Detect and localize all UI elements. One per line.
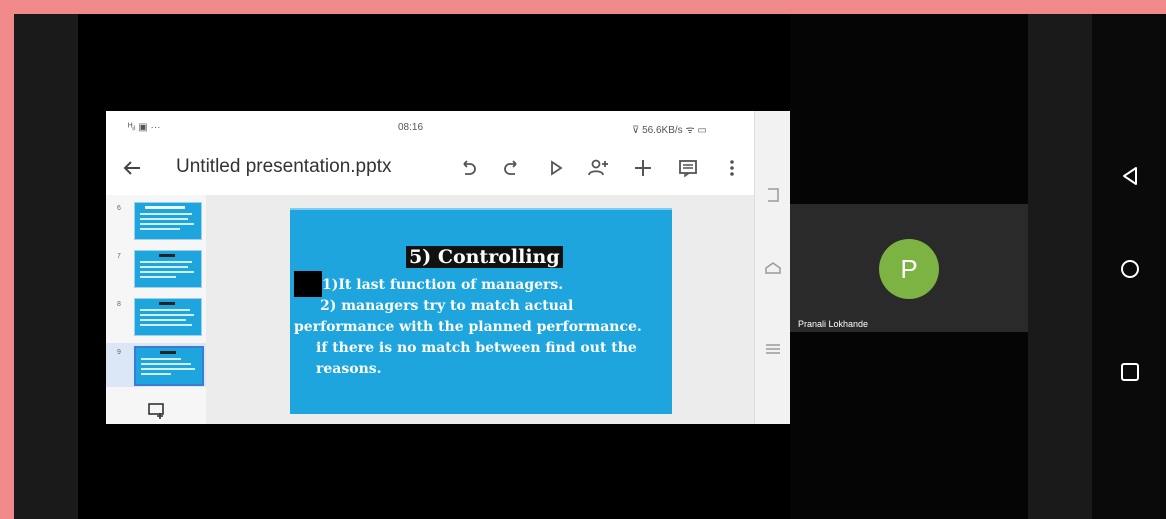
thumbnail-image: [134, 346, 204, 386]
participant-tile[interactable]: P Pranali Lokhande: [790, 204, 1028, 332]
slide-text-line: if there is no match between find out th…: [316, 340, 637, 356]
slide-text-line: 2) managers try to match actual: [320, 298, 574, 314]
side-gesture-rail: [754, 111, 790, 424]
slide-thumbnail[interactable]: 6: [106, 199, 206, 243]
phone-status-bar: ᴴᵢₗ ▣ ··· 08:16 ⊽ 56.6KB/s ᯤ ▭: [106, 111, 790, 145]
status-left: ᴴᵢₗ ▣ ···: [128, 122, 161, 133]
slide-thumbnail-selected[interactable]: 9: [106, 343, 206, 387]
shared-phone-screen: ᴴᵢₗ ▣ ··· 08:16 ⊽ 56.6KB/s ᯤ ▭ Untitled …: [106, 111, 790, 424]
slide-number: 9: [117, 349, 121, 356]
back-triangle-icon[interactable]: [1118, 164, 1142, 188]
document-title: Untitled presentation.pptx: [176, 156, 392, 177]
slide-number: 7: [117, 253, 121, 260]
more-vert-icon[interactable]: [720, 156, 744, 180]
redaction-block: [294, 271, 322, 297]
bracket-icon[interactable]: [763, 185, 783, 205]
android-nav-bar: [1092, 14, 1166, 519]
plus-icon[interactable]: [631, 156, 655, 180]
slide-canvas: 5) Controlling 1)It last function of man…: [206, 195, 754, 424]
add-slide-icon[interactable]: [146, 400, 166, 420]
slide-number: 8: [117, 301, 121, 308]
thumbnail-image: [134, 202, 202, 240]
app-toolbar: Untitled presentation.pptx: [106, 145, 756, 191]
play-icon[interactable]: [544, 156, 568, 180]
slide-title: 5) Controlling: [406, 246, 563, 268]
slide-number: 6: [117, 205, 121, 212]
thumbnail-image: [134, 250, 202, 288]
slide-text-line: reasons.: [316, 361, 382, 377]
home-shape-icon[interactable]: [763, 258, 783, 278]
slide-text-line: performance with the planned performance…: [294, 319, 642, 335]
home-circle-icon[interactable]: [1118, 257, 1142, 281]
participant-avatar: P: [879, 239, 939, 299]
status-right: ⊽ 56.6KB/s ᯤ ▭: [632, 125, 707, 136]
recents-square-icon[interactable]: [1118, 360, 1142, 384]
comment-icon[interactable]: [676, 156, 700, 180]
back-arrow-icon[interactable]: [120, 156, 144, 180]
menu-lines-icon[interactable]: [763, 339, 783, 359]
slide-thumbnail[interactable]: 7: [106, 247, 206, 291]
redo-icon[interactable]: [500, 156, 524, 180]
participant-name: Pranali Lokhande: [798, 319, 869, 329]
slide-thumbnail-panel: 6 7 8 9: [106, 195, 206, 424]
current-slide[interactable]: 5) Controlling 1)It last function of man…: [290, 208, 672, 414]
slide-thumbnail[interactable]: 8: [106, 295, 206, 339]
thumbnail-image: [134, 298, 202, 336]
add-person-icon[interactable]: [586, 156, 610, 180]
slide-text-line: 1)It last function of managers.: [322, 277, 564, 293]
status-time: 08:16: [398, 122, 424, 133]
undo-icon[interactable]: [456, 156, 480, 180]
